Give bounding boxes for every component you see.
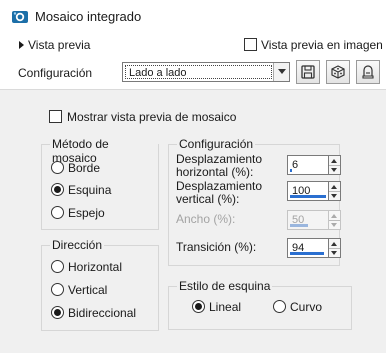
preview-toggle[interactable]: Vista previa [28,38,90,52]
save-preset-button[interactable] [296,60,320,84]
title-bar: Mosaico integrado [0,0,386,34]
corner-style-group-title: Estilo de esquina [177,279,273,293]
vertical-offset-bar [290,195,326,198]
config-label: Configuración [18,66,93,80]
method-mirror-radio[interactable] [51,206,64,219]
horizontal-offset-spinner[interactable]: 6 [287,155,341,175]
horizontal-offset-input[interactable]: 6 [287,155,329,175]
preset-focus: Lado a lado [125,65,272,79]
expand-arrow-icon[interactable] [19,41,24,49]
transition-stepper[interactable] [329,238,341,258]
image-preview-label[interactable]: Vista previa en imagen [261,38,383,52]
width-stepper [329,210,341,230]
reset-button[interactable] [356,60,380,84]
transition-input[interactable]: 94 [287,238,329,258]
horizontal-offset-stepper[interactable] [329,155,341,175]
vertical-offset-spinner[interactable]: 100 [287,181,341,201]
direction-horizontal-label[interactable]: Horizontal [68,260,122,274]
width-input: 50 [287,210,329,230]
vertical-offset-input[interactable]: 100 [287,181,329,201]
width-spinner: 50 [287,210,341,230]
direction-horizontal-radio[interactable] [51,260,64,273]
corner-curved-label[interactable]: Curvo [290,300,322,314]
direction-group-title: Dirección [50,238,105,252]
transition-label: Transición (%): [176,240,257,254]
direction-vertical-label[interactable]: Vertical [68,283,107,297]
method-mirror-label[interactable]: Espejo [68,206,105,220]
method-group-title: Método de mosaico [50,137,158,165]
width-bar [290,224,308,227]
corner-curved-radio[interactable] [273,300,286,313]
corner-linear-radio[interactable] [192,300,205,313]
direction-vertical-radio[interactable] [51,283,64,296]
app-logo-icon [12,10,28,24]
horizontal-offset-label: Desplazamiento horizontal (%): [176,152,263,179]
transition-spinner[interactable]: 94 [287,238,341,258]
chevron-down-icon[interactable] [273,63,289,81]
divider [329,165,340,166]
divider [329,248,340,249]
arrow-down-icon[interactable] [331,168,337,172]
width-label: Ancho (%): [176,212,236,226]
image-preview-checkbox[interactable] [244,38,257,51]
mosaic-preview-checkbox[interactable] [49,110,62,123]
save-preset-icon [301,65,315,79]
arrow-up-icon[interactable] [331,185,337,189]
window-title: Mosaico integrado [35,9,142,24]
arrow-down-icon [331,223,337,227]
method-corner-label[interactable]: Esquina [68,183,111,197]
configuration-group-title: Configuración [177,137,256,151]
direction-bidirectional-radio[interactable] [51,306,64,319]
arrow-down-icon[interactable] [331,251,337,255]
divider [329,191,340,192]
horizontal-offset-value: 6 [292,159,299,171]
method-border-label[interactable]: Borde [68,161,100,175]
preset-combo[interactable]: Lado a lado [122,62,290,82]
method-border-radio[interactable] [51,161,64,174]
vertical-offset-label: Desplazamiento vertical (%): [176,179,263,206]
preset-value: Lado a lado [129,67,187,79]
arrow-down-icon[interactable] [331,194,337,198]
vertical-offset-stepper[interactable] [329,181,341,201]
reset-icon [362,65,374,79]
horizontal-offset-bar [290,169,292,172]
divider [329,220,340,221]
arrow-up-icon[interactable] [331,159,337,163]
direction-bidirectional-label[interactable]: Bidireccional [68,306,136,320]
arrow-up-icon [331,214,337,218]
method-corner-radio[interactable] [51,183,64,196]
transition-bar [290,252,324,255]
randomize-button[interactable] [326,60,350,84]
corner-linear-label[interactable]: Lineal [209,300,241,314]
randomize-icon [331,65,345,79]
arrow-up-icon[interactable] [331,242,337,246]
mosaic-preview-label[interactable]: Mostrar vista previa de mosaico [67,110,236,124]
